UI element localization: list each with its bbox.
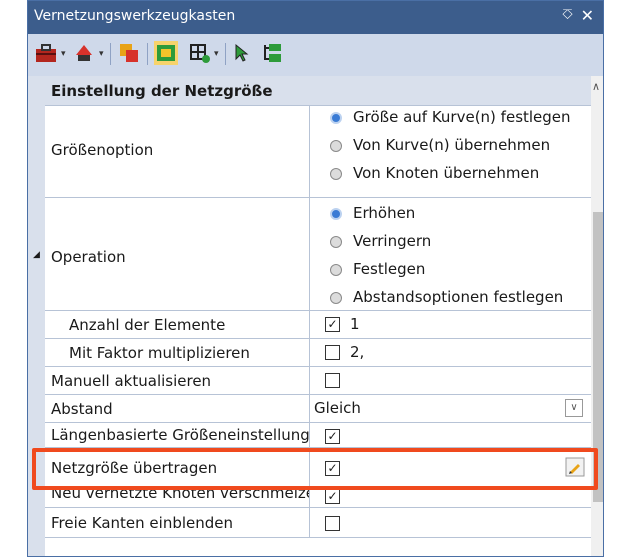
row-anzahl[interactable]: Anzahl der Elemente ✓ 1 [45,311,591,339]
row-label: Manuell aktualisieren [51,372,212,390]
pin-icon[interactable]: ⎏ [562,7,573,23]
radio-button[interactable] [330,168,342,180]
radio-label[interactable]: Abstandsoptionen festlegen [353,288,563,306]
display-icon[interactable] [117,41,141,65]
row-operation[interactable]: Operation Erhöhen Verringern Festlegen A… [45,198,591,311]
checkbox[interactable]: ✓ [325,429,340,444]
toolbox-icon[interactable] [34,41,58,65]
radio-label[interactable]: Größe auf Kurve(n) festlegen [353,108,571,126]
mesh-tool-icon[interactable] [72,41,96,65]
mesh-graph-icon[interactable] [188,41,212,65]
row-abstand[interactable]: Abstand Gleich ∨ [45,395,591,423]
collapse-arrow-icon[interactable]: ◢ [33,250,40,260]
tree-icon[interactable] [261,41,285,65]
row-laengen[interactable]: Längenbasierte Größeneinstellung ✓ [45,423,591,448]
row-manuell[interactable]: Manuell aktualisieren [45,367,591,395]
chevron-up-icon[interactable]: ∧ [592,80,600,93]
select-arrow-icon[interactable] [232,41,256,65]
row-faktor[interactable]: Mit Faktor multiplizieren 2, [45,339,591,367]
chevron-down-icon[interactable]: ▾ [214,49,219,59]
title-bar: Vernetzungswerkzeugkasten ⎏ ✕ [28,1,603,34]
radio-label[interactable]: Von Knoten übernehmen [353,164,539,182]
radio-button[interactable] [330,140,342,152]
checkbox[interactable] [325,345,340,360]
row-value[interactable]: 2, [350,343,364,361]
row-label: Mit Faktor multiplizieren [69,344,250,362]
checkbox[interactable]: ✓ [325,317,340,332]
radio-label[interactable]: Erhöhen [353,204,415,222]
category-header[interactable]: Einstellung der Netzgröße [45,76,591,106]
chevron-down-icon[interactable]: ∨ [565,399,583,417]
radio-label[interactable]: Verringern [353,232,431,250]
radio-button[interactable] [330,292,342,304]
window-title: Vernetzungswerkzeugkasten [34,8,236,24]
row-label: Größenoption [51,141,154,159]
row-label: Abstand [51,400,113,418]
row-label: Neu vernetzte Knoten verschmelzen [51,488,310,502]
row-label: Längenbasierte Größeneinstellung [51,426,310,444]
row-freie-kanten[interactable]: Freie Kanten einblenden [45,508,591,538]
row-value[interactable]: 1 [350,315,360,333]
highlight-frame [32,448,598,490]
row-label: Operation [51,248,126,266]
row-groessenoption[interactable]: Größenoption Größe auf Kurve(n) festlege… [45,106,591,198]
radio-label[interactable]: Von Kurve(n) übernehmen [353,136,550,154]
mesh-size-icon[interactable] [154,41,178,65]
checkbox[interactable]: ✓ [325,489,340,504]
checkbox[interactable] [325,373,340,388]
checkbox[interactable] [325,516,340,531]
chevron-down-icon[interactable]: ▾ [99,49,104,59]
radio-button[interactable] [330,112,342,124]
toolbar: ▾ ▾ ▾ [28,34,603,76]
row-label: Anzahl der Elemente [69,316,226,334]
radio-button[interactable] [330,264,342,276]
chevron-down-icon[interactable]: ▾ [61,49,66,59]
close-icon[interactable]: ✕ [581,6,594,25]
radio-button[interactable] [330,208,342,220]
dropdown-value[interactable]: Gleich [314,399,361,417]
radio-label[interactable]: Festlegen [353,260,425,278]
row-label: Freie Kanten einblenden [51,514,234,532]
radio-button[interactable] [330,236,342,248]
row-neu[interactable]: Neu vernetzte Knoten verschmelzen ✓ [45,488,591,508]
category-label: Einstellung der Netzgröße [51,82,273,100]
